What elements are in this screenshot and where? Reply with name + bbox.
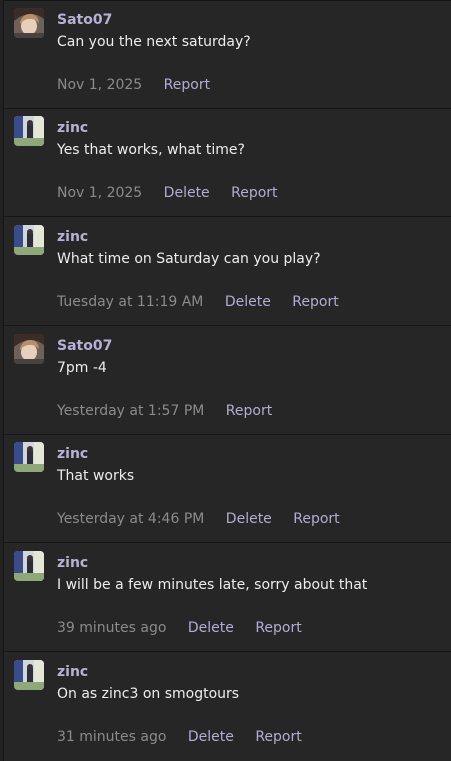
message-meta: 39 minutes ago Delete Report xyxy=(57,620,319,636)
message-meta: Nov 1, 2025 Report xyxy=(57,77,227,93)
message-item: zinc I will be a few minutes late, sorry… xyxy=(4,544,451,652)
message-meta: Yesterday at 4:46 PM Delete Report xyxy=(57,511,357,527)
avatar[interactable] xyxy=(14,116,44,146)
report-link[interactable]: Report xyxy=(293,511,339,527)
message-username[interactable]: zinc xyxy=(57,555,88,571)
message-text: That works xyxy=(57,468,135,484)
message-username[interactable]: Sato07 xyxy=(57,338,112,354)
message-item: zinc That works Yesterday at 4:46 PM Del… xyxy=(4,435,451,543)
message-timestamp[interactable]: Nov 1, 2025 xyxy=(57,185,142,201)
report-link[interactable]: Report xyxy=(292,294,338,310)
message-thread: Sato07 Can you the next saturday? Nov 1,… xyxy=(3,0,451,761)
avatar[interactable] xyxy=(14,442,44,472)
message-item: zinc On as zinc3 on smogtours 31 minutes… xyxy=(4,653,451,761)
message-timestamp[interactable]: 39 minutes ago xyxy=(57,620,166,636)
message-meta: Nov 1, 2025 Delete Report xyxy=(57,185,295,201)
message-text: What time on Saturday can you play? xyxy=(57,251,321,267)
message-username[interactable]: zinc xyxy=(57,229,88,245)
message-username[interactable]: Sato07 xyxy=(57,12,112,28)
message-text: 7pm -4 xyxy=(57,360,107,376)
avatar[interactable] xyxy=(14,551,44,581)
report-link[interactable]: Report xyxy=(231,185,277,201)
delete-link[interactable]: Delete xyxy=(164,185,210,201)
message-timestamp[interactable]: Nov 1, 2025 xyxy=(57,77,142,93)
message-text: On as zinc3 on smogtours xyxy=(57,686,240,702)
message-text: I will be a few minutes late, sorry abou… xyxy=(57,577,368,593)
message-username[interactable]: zinc xyxy=(57,664,88,680)
message-meta: Tuesday at 11:19 AM Delete Report xyxy=(57,294,356,310)
message-timestamp[interactable]: 31 minutes ago xyxy=(57,729,166,745)
report-link[interactable]: Report xyxy=(255,620,301,636)
report-link[interactable]: Report xyxy=(226,403,272,419)
message-meta: 31 minutes ago Delete Report xyxy=(57,729,319,745)
message-item: zinc Yes that works, what time? Nov 1, 2… xyxy=(4,109,451,217)
avatar[interactable] xyxy=(14,660,44,690)
message-username[interactable]: zinc xyxy=(57,446,88,462)
delete-link[interactable]: Delete xyxy=(225,294,271,310)
message-meta: Yesterday at 1:57 PM Report xyxy=(57,403,289,419)
avatar[interactable] xyxy=(14,334,44,364)
delete-link[interactable]: Delete xyxy=(226,511,272,527)
delete-link[interactable]: Delete xyxy=(188,620,234,636)
delete-link[interactable]: Delete xyxy=(188,729,234,745)
message-username[interactable]: zinc xyxy=(57,120,88,136)
avatar[interactable] xyxy=(14,8,44,38)
message-text: Can you the next saturday? xyxy=(57,34,251,50)
message-item: zinc What time on Saturday can you play?… xyxy=(4,218,451,326)
message-timestamp[interactable]: Yesterday at 4:46 PM xyxy=(57,511,204,527)
message-timestamp[interactable]: Yesterday at 1:57 PM xyxy=(57,403,204,419)
message-text: Yes that works, what time? xyxy=(57,142,245,158)
message-item: Sato07 7pm -4 Yesterday at 1:57 PM Repor… xyxy=(4,327,451,435)
avatar[interactable] xyxy=(14,225,44,255)
message-item: Sato07 Can you the next saturday? Nov 1,… xyxy=(4,1,451,109)
message-timestamp[interactable]: Tuesday at 11:19 AM xyxy=(57,294,203,310)
report-link[interactable]: Report xyxy=(164,77,210,93)
report-link[interactable]: Report xyxy=(255,729,301,745)
